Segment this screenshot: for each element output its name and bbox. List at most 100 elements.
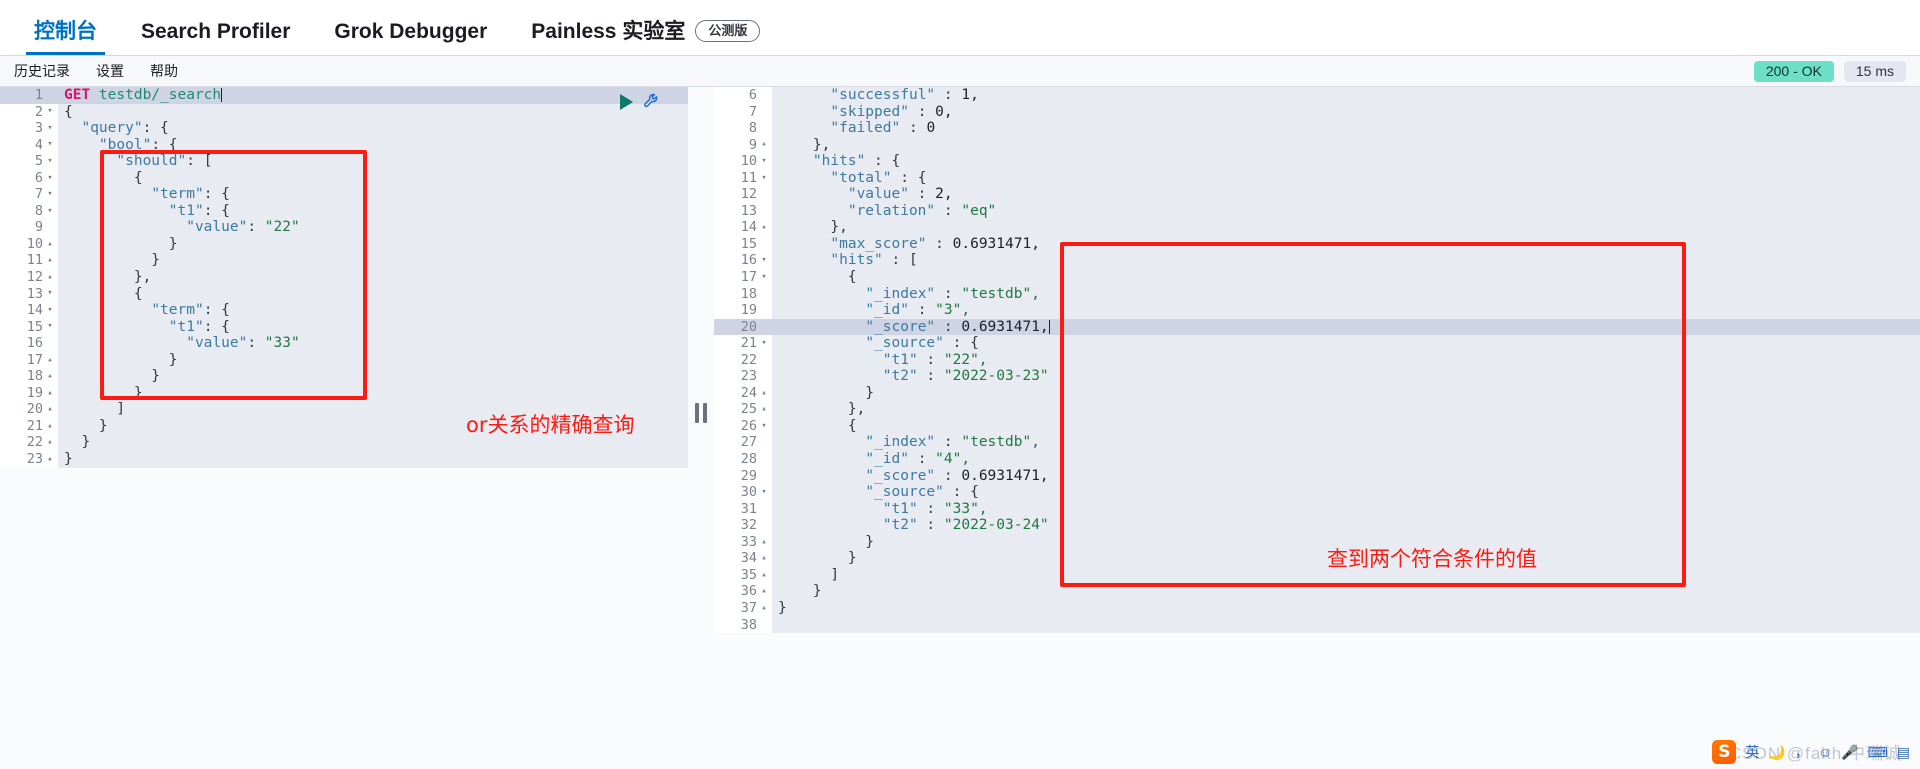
code-line[interactable]: 21 ▾ "_source" : { <box>714 335 1920 352</box>
moon-icon[interactable]: 🌙 <box>1768 745 1785 759</box>
fold-toggle-icon[interactable]: ▾ <box>760 256 768 265</box>
fold-toggle-icon[interactable]: ▾ <box>46 107 54 116</box>
code-line[interactable]: 7 "skipped" : 0, <box>714 103 1920 121</box>
code-line[interactable]: 32 "t2" : "2022-03-24" <box>714 517 1920 534</box>
run-request-icon[interactable] <box>620 93 633 110</box>
tab-console[interactable]: 控制台 <box>12 21 119 55</box>
code-line[interactable]: 15 ▾ "t1": { <box>0 318 688 336</box>
fold-toggle-icon[interactable]: ▴ <box>760 140 768 149</box>
fold-toggle-icon[interactable]: ▾ <box>760 338 768 348</box>
code-line[interactable]: 9 "value": "22" <box>0 219 688 236</box>
fold-toggle-icon[interactable]: ▾ <box>760 421 768 431</box>
code-line[interactable]: 12 ▴ }, <box>0 269 688 286</box>
code-line[interactable]: 5 ▾ "should": [ <box>0 153 688 170</box>
fold-toggle-icon[interactable]: ▴ <box>760 223 768 232</box>
code-line[interactable]: 16 "value": "33" <box>0 335 688 352</box>
code-line[interactable]: 6 ▾ { <box>0 169 688 187</box>
toolbox-icon[interactable]: ▤ <box>1897 745 1910 759</box>
fold-toggle-icon[interactable]: ▴ <box>46 405 54 414</box>
code-line[interactable]: 2 ▾ { <box>0 103 688 121</box>
fold-toggle-icon[interactable]: ▴ <box>760 570 768 580</box>
code-line[interactable]: 16 ▾ "hits" : [ <box>714 252 1920 270</box>
code-line[interactable]: 24 ▴ } <box>714 384 1920 402</box>
sogou-logo-icon[interactable]: S <box>1712 740 1737 764</box>
fold-toggle-icon[interactable]: ▾ <box>760 272 768 282</box>
tab-painless-lab[interactable]: Painless 实验室 公测版 <box>509 20 782 55</box>
code-line[interactable]: 1 GET testdb/_search <box>0 87 688 104</box>
fold-toggle-icon[interactable]: ▾ <box>46 123 54 133</box>
response-code-surface[interactable]: 6 "successful" : 1, 7 "skipped" : 0, 8 "fa… <box>714 87 1920 634</box>
code-line[interactable]: 10 ▴ } <box>0 235 688 253</box>
fold-toggle-icon[interactable]: ▴ <box>760 554 768 563</box>
response-viewer-pane[interactable]: 6 "successful" : 1, 7 "skipped" : 0, 8 "fa… <box>714 87 1920 769</box>
code-line[interactable]: 6 "successful" : 1, <box>714 87 1920 104</box>
fold-toggle-icon[interactable]: ▾ <box>760 156 768 166</box>
wrench-icon[interactable] <box>643 92 662 111</box>
fold-toggle-icon[interactable]: ▴ <box>46 256 54 265</box>
fold-toggle-icon[interactable]: ▴ <box>760 405 768 414</box>
fold-toggle-icon[interactable]: ▴ <box>46 454 54 464</box>
tab-search-profiler[interactable]: Search Profiler <box>119 21 312 55</box>
code-line[interactable]: 23 "t2" : "2022-03-23" <box>714 368 1920 385</box>
fold-toggle-icon[interactable]: ▾ <box>46 289 54 298</box>
microphone-icon[interactable]: 🎤 <box>1841 745 1858 759</box>
code-line[interactable]: 13 ▾ { <box>0 285 688 303</box>
code-line[interactable]: 38 <box>714 616 1920 634</box>
ime-toolbar[interactable]: S 英 🌙 ， ☺ 🎤 ⌨ ▤ <box>1712 739 1910 765</box>
code-line[interactable]: 3 ▾ "query": { <box>0 120 688 137</box>
code-line[interactable]: 18 "_index" : "testdb", <box>714 285 1920 303</box>
code-line[interactable]: 33 ▴ } <box>714 533 1920 551</box>
keyboard-icon[interactable]: ⌨ <box>1868 745 1888 759</box>
fold-toggle-icon[interactable]: ▾ <box>46 206 54 216</box>
code-line[interactable]: 7 ▾ "term": { <box>0 186 688 203</box>
fold-toggle-icon[interactable]: ▴ <box>46 372 54 381</box>
fold-toggle-icon[interactable]: ▴ <box>760 388 768 398</box>
code-line[interactable]: 27 "_index" : "testdb", <box>714 434 1920 452</box>
fold-toggle-icon[interactable]: ▴ <box>46 421 54 431</box>
code-line[interactable]: 10 ▾ "hits" : { <box>714 153 1920 170</box>
code-line[interactable]: 17 ▾ { <box>714 269 1920 286</box>
code-line[interactable]: 30 ▾ "_source" : { <box>714 484 1920 501</box>
sidebar-item-settings[interactable]: 设置 <box>96 61 124 81</box>
code-line[interactable]: 34 ▴ } <box>714 550 1920 567</box>
code-line[interactable]: 9 ▴ }, <box>714 136 1920 154</box>
code-line[interactable]: 17 ▴ } <box>0 351 688 369</box>
code-line[interactable]: 4 ▾ "bool": { <box>0 136 688 154</box>
smiley-icon[interactable]: ☺ <box>1818 745 1832 759</box>
code-line[interactable]: 8 ▾ "t1": { <box>0 202 688 220</box>
code-line[interactable]: 20 "_score" : 0.6931471, <box>714 318 1920 336</box>
fold-toggle-icon[interactable]: ▴ <box>46 355 54 365</box>
code-line[interactable]: 13 "relation" : "eq" <box>714 202 1920 220</box>
fold-toggle-icon[interactable]: ▴ <box>46 272 54 282</box>
code-line[interactable]: 26 ▾ { <box>714 417 1920 435</box>
code-line[interactable]: 11 ▴ } <box>0 252 688 270</box>
code-line[interactable]: 8 "failed" : 0 <box>714 120 1920 137</box>
ime-language-label[interactable]: 英 <box>1745 745 1759 759</box>
fold-toggle-icon[interactable]: ▴ <box>46 388 54 398</box>
code-line[interactable]: 28 "_id" : "4", <box>714 451 1920 468</box>
code-line[interactable]: 19 "_id" : "3", <box>714 302 1920 319</box>
code-line[interactable]: 35 ▴ ] <box>714 566 1920 584</box>
code-line[interactable]: 12 "value" : 2, <box>714 186 1920 203</box>
fold-toggle-icon[interactable]: ▴ <box>46 438 54 447</box>
sidebar-item-history[interactable]: 历史记录 <box>14 61 70 81</box>
code-line[interactable]: 31 "t1" : "33", <box>714 500 1920 518</box>
code-line[interactable]: 11 ▾ "total" : { <box>714 169 1920 187</box>
fold-toggle-icon[interactable]: ▴ <box>760 587 768 596</box>
code-line[interactable]: 23 ▴} <box>0 451 688 468</box>
fold-toggle-icon[interactable]: ▴ <box>760 537 768 547</box>
code-line[interactable]: 18 ▴ } <box>0 368 688 385</box>
fold-toggle-icon[interactable]: ▾ <box>46 173 54 183</box>
fold-toggle-icon[interactable]: ▾ <box>46 322 54 331</box>
code-line[interactable]: 37 ▴} <box>714 599 1920 617</box>
pane-splitter[interactable] <box>688 87 714 769</box>
code-line[interactable]: 19 ▴ } <box>0 384 688 402</box>
sidebar-item-help[interactable]: 帮助 <box>150 61 178 81</box>
code-line[interactable]: 29 "_score" : 0.6931471, <box>714 467 1920 485</box>
tab-grok-debugger[interactable]: Grok Debugger <box>312 21 509 55</box>
fold-toggle-icon[interactable]: ▾ <box>46 140 54 149</box>
fold-toggle-icon[interactable]: ▾ <box>46 305 54 315</box>
fold-toggle-icon[interactable]: ▾ <box>46 156 54 166</box>
code-line[interactable]: 14 ▴ }, <box>714 219 1920 236</box>
code-line[interactable]: 15 "max_score" : 0.6931471, <box>714 235 1920 253</box>
